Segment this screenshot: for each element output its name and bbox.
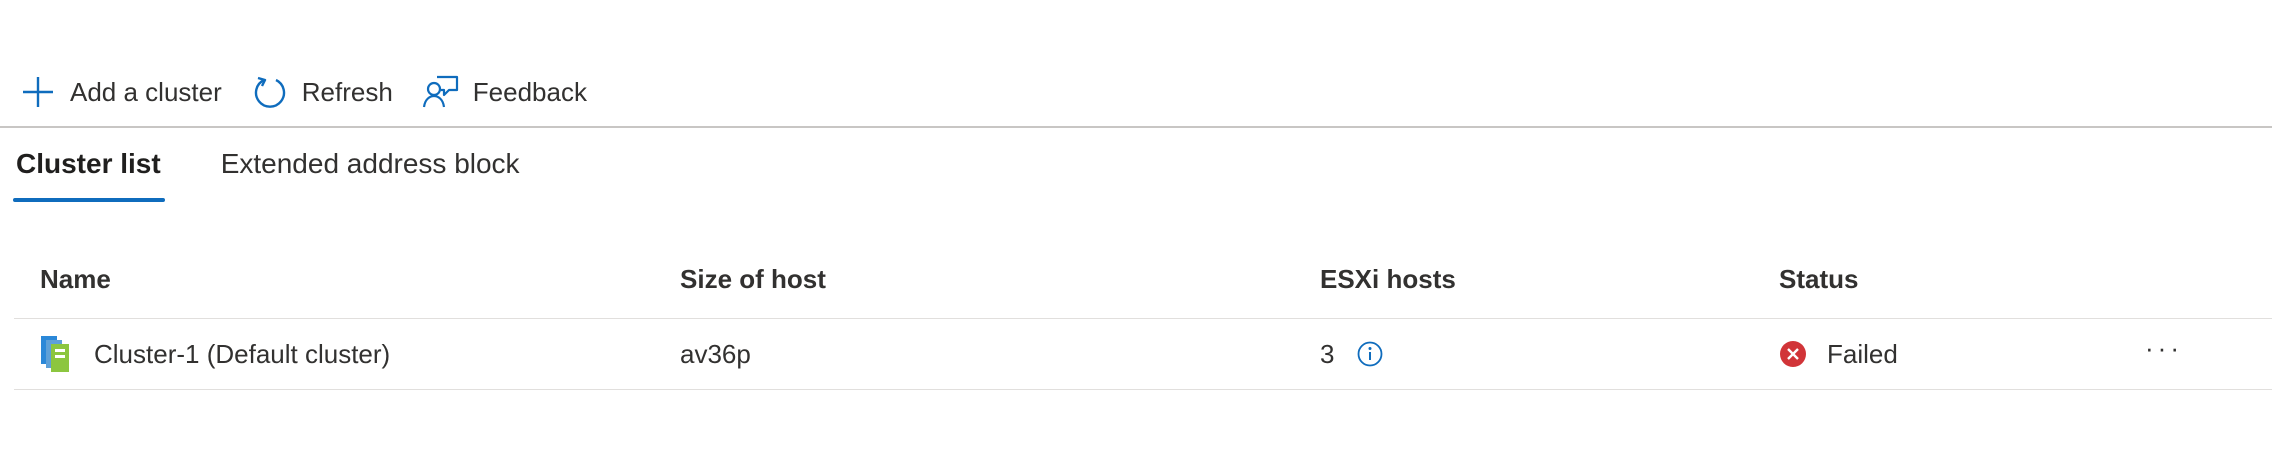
more-icon: ··· bbox=[2145, 333, 2183, 363]
tab-extended-address-block[interactable]: Extended address block bbox=[221, 140, 520, 202]
cluster-name-cell: Cluster-1 (Default cluster) bbox=[40, 319, 390, 389]
column-header-name[interactable]: Name bbox=[40, 240, 111, 318]
command-bar: Add a cluster Refresh Feedback bbox=[18, 66, 615, 118]
feedback-label: Feedback bbox=[472, 76, 587, 107]
feedback-button[interactable]: Feedback bbox=[421, 66, 587, 118]
column-header-esxi-hosts[interactable]: ESXi hosts bbox=[1320, 240, 1456, 318]
status-text: Failed bbox=[1827, 338, 1898, 369]
tab-strip: Cluster list Extended address block bbox=[13, 140, 580, 202]
clusters-page: Add a cluster Refresh Feedback Cluster l… bbox=[0, 0, 2272, 454]
error-circle-icon bbox=[1779, 340, 1807, 368]
table-row[interactable]: Cluster-1 (Default cluster) av36p 3 Fail… bbox=[14, 319, 2272, 390]
column-header-size-of-host[interactable]: Size of host bbox=[680, 240, 826, 318]
add-cluster-label: Add a cluster bbox=[70, 76, 222, 107]
feedback-icon bbox=[421, 72, 461, 112]
toolbar-divider bbox=[0, 126, 2272, 128]
tab-cluster-list[interactable]: Cluster list bbox=[13, 140, 165, 202]
esxi-hosts-count: 3 bbox=[1320, 338, 1335, 369]
esxi-hosts-cell: 3 bbox=[1320, 319, 1384, 389]
add-icon bbox=[18, 72, 58, 112]
host-size-cell: av36p bbox=[680, 338, 751, 369]
table-header-row: Name Size of host ESXi hosts Status bbox=[14, 240, 2272, 319]
cluster-icon bbox=[40, 335, 74, 373]
add-cluster-button[interactable]: Add a cluster bbox=[18, 66, 222, 118]
info-icon[interactable] bbox=[1356, 340, 1384, 368]
row-more-button[interactable]: ··· bbox=[2134, 319, 2194, 389]
status-cell: Failed bbox=[1779, 319, 1898, 389]
column-header-status[interactable]: Status bbox=[1779, 240, 1858, 318]
cluster-table: Name Size of host ESXi hosts Status Clus… bbox=[14, 240, 2272, 390]
refresh-label: Refresh bbox=[301, 76, 393, 107]
refresh-button[interactable]: Refresh bbox=[250, 66, 393, 118]
cluster-name[interactable]: Cluster-1 (Default cluster) bbox=[94, 339, 390, 370]
refresh-icon bbox=[250, 72, 290, 112]
